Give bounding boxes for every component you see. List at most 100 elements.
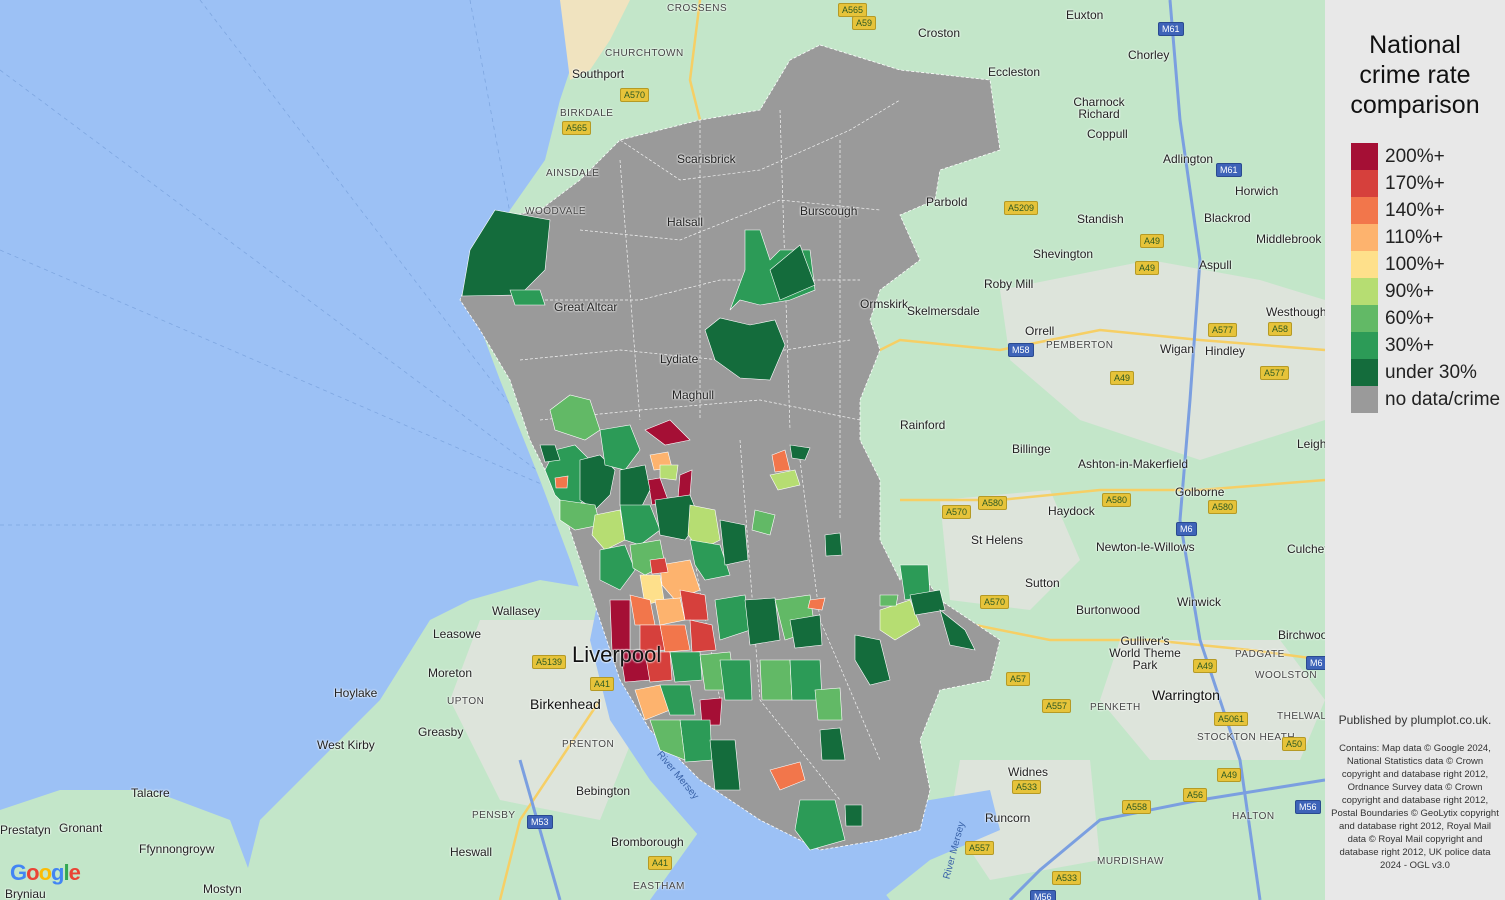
place-label: Aspull bbox=[1199, 258, 1232, 272]
road-shield: A49 bbox=[1110, 371, 1135, 385]
place-label: Liverpool bbox=[572, 642, 662, 667]
road-shield: A59 bbox=[852, 16, 877, 30]
place-label: Moreton bbox=[428, 666, 473, 680]
road-shield: A565 bbox=[838, 3, 868, 17]
place-label: Leigh bbox=[1297, 437, 1325, 451]
place-label: West Kirby bbox=[317, 738, 375, 752]
place-label: Scarisbrick bbox=[677, 152, 736, 166]
place-label: STOCKTON HEATH bbox=[1197, 732, 1296, 743]
legend-item: 110%+ bbox=[1351, 224, 1505, 251]
place-label: Bryniau bbox=[5, 887, 46, 900]
google-logo: Google bbox=[10, 860, 81, 885]
road-shield: A533 bbox=[1012, 780, 1042, 794]
legend-label: 100%+ bbox=[1385, 254, 1445, 275]
legend-item: 140%+ bbox=[1351, 197, 1505, 224]
place-label: PENKETH bbox=[1090, 702, 1141, 713]
road-shield: A557 bbox=[1042, 699, 1072, 713]
legend-swatch bbox=[1351, 251, 1378, 278]
legend-item: 60%+ bbox=[1351, 305, 1505, 332]
legend-swatch bbox=[1351, 224, 1378, 251]
motorway-shield: M58 bbox=[1008, 343, 1034, 357]
place-label: Hoylake bbox=[334, 686, 378, 700]
place-label: Coppull bbox=[1087, 127, 1128, 141]
place-label: Rainford bbox=[900, 418, 946, 432]
motorway-shield: M56 bbox=[1295, 800, 1321, 814]
place-label: WOODVALE bbox=[525, 206, 587, 217]
legend-label: 90%+ bbox=[1385, 281, 1435, 302]
place-label: Skelmersdale bbox=[907, 304, 980, 318]
place-label: Sutton bbox=[1025, 576, 1060, 590]
road-shield: A49 bbox=[1140, 234, 1165, 248]
place-label: Newton-le-Willows bbox=[1096, 540, 1195, 554]
legend-swatch bbox=[1351, 359, 1378, 386]
road-shield: A570 bbox=[980, 595, 1010, 609]
legend-label: 60%+ bbox=[1385, 308, 1435, 329]
road-shield: A580 bbox=[978, 496, 1008, 510]
place-label: Lydiate bbox=[660, 352, 699, 366]
place-label: Burscough bbox=[800, 204, 858, 218]
published-credit: Published by plumplot.co.uk. bbox=[1338, 713, 1492, 727]
place-label: Maghull bbox=[672, 388, 715, 402]
place-label: Winwick bbox=[1177, 595, 1221, 609]
place-label: PENSBY bbox=[472, 810, 516, 821]
place-label: Orrell bbox=[1025, 324, 1055, 338]
attribution-text: Contains: Map data © Google 2024, Nation… bbox=[1331, 743, 1499, 871]
road-shield: A557 bbox=[965, 841, 995, 855]
motorway-shield: M61 bbox=[1216, 163, 1242, 177]
road-shield: A580 bbox=[1102, 493, 1132, 507]
place-label: Blackrod bbox=[1204, 211, 1251, 225]
legend-label: 200%+ bbox=[1385, 146, 1445, 167]
place-label: Southport bbox=[572, 67, 625, 81]
motorway-shield: M61 bbox=[1158, 22, 1184, 36]
road-shield: A49 bbox=[1217, 768, 1242, 782]
place-label: Culcheth bbox=[1287, 542, 1325, 556]
place-label: Euxton bbox=[1066, 8, 1104, 22]
legend-swatch bbox=[1351, 305, 1378, 332]
place-label: Gronant bbox=[59, 821, 103, 835]
road-shield: A5209 bbox=[1004, 201, 1039, 215]
place-label: EASTHAM bbox=[633, 881, 685, 892]
legend-item: 200%+ bbox=[1351, 143, 1505, 170]
place-label: Golborne bbox=[1175, 485, 1225, 499]
place-label: Wigan bbox=[1160, 342, 1195, 356]
road-shield: A56 bbox=[1183, 788, 1208, 802]
road-shield: A58 bbox=[1268, 322, 1293, 336]
legend-swatch bbox=[1351, 386, 1378, 413]
place-label: Hindley bbox=[1205, 344, 1246, 358]
road-shield: A5061 bbox=[1214, 712, 1249, 726]
legend-label: under 30% bbox=[1385, 362, 1477, 383]
legend-label: 170%+ bbox=[1385, 173, 1445, 194]
place-label: Parbold bbox=[926, 195, 968, 209]
legend-label: 110%+ bbox=[1385, 227, 1444, 248]
place-label: Halsall bbox=[667, 215, 704, 229]
place-label: Greasby bbox=[418, 725, 464, 739]
place-label: PEMBERTON bbox=[1046, 340, 1114, 351]
legend-swatch bbox=[1351, 332, 1378, 359]
place-label: Middlebrook bbox=[1256, 232, 1322, 246]
place-label: Bebington bbox=[576, 784, 631, 798]
map-canvas[interactable]: CROSSENS Croston Euxton CHURCHTOWN Southport… bbox=[0, 0, 1325, 900]
place-label: Gulliver's World Theme Park bbox=[1109, 634, 1181, 672]
legend-panel: National crime rate comparison 200%+ 170%… bbox=[1325, 0, 1505, 900]
place-label: Billinge bbox=[1012, 442, 1051, 456]
motorway-shield: M6 bbox=[1306, 656, 1325, 670]
place-label: Ashton-in-Makerfield bbox=[1078, 457, 1189, 471]
place-label: Westhoughton bbox=[1266, 305, 1325, 319]
road-shield: A577 bbox=[1260, 366, 1290, 380]
place-label: Horwich bbox=[1235, 184, 1279, 198]
legend-item: 100%+ bbox=[1351, 251, 1505, 278]
legend-item: 90%+ bbox=[1351, 278, 1505, 305]
road-shield: A565 bbox=[562, 121, 592, 135]
place-label: St Helens bbox=[971, 533, 1024, 547]
place-label: PRENTON bbox=[562, 739, 615, 750]
place-label: UPTON bbox=[447, 696, 485, 707]
road-shield: A50 bbox=[1282, 737, 1307, 751]
place-label: HALTON bbox=[1232, 811, 1275, 822]
place-label: Warrington bbox=[1152, 687, 1220, 703]
place-label: Great Altcar bbox=[554, 300, 618, 314]
road-shield: A41 bbox=[648, 856, 673, 870]
legend-item: no data/crime bbox=[1351, 386, 1505, 413]
place-label: THELWALL bbox=[1277, 711, 1325, 722]
place-label: AINSDALE bbox=[546, 168, 600, 179]
place-label: Heswall bbox=[450, 845, 493, 859]
